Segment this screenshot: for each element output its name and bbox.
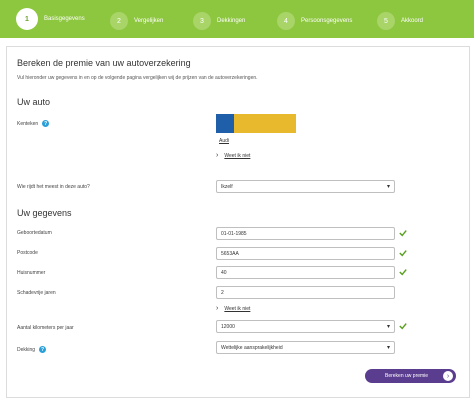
link-text: Weet ik niet [224,305,251,312]
km-label: Aantal kilometers per jaar [17,325,74,331]
check-icon [399,269,407,276]
chevron-right-icon: › [216,152,219,159]
km-select-value: 12000 [221,323,235,330]
driver-select[interactable]: Ikzelf [216,180,395,193]
step-label: Vergelijken [134,18,164,24]
step-dekkingen: 3 Dekkingen [193,10,245,32]
eu-flag-strip [216,114,234,133]
button-label: Bereken uw premie [385,373,429,379]
kenteken-label: Kenteken [17,120,39,127]
step-label: Persoonsgegevens [301,18,353,24]
step-vergelijken: 2 Vergelijken [110,10,163,32]
license-plate-input[interactable] [216,114,296,133]
weet-ik-niet-schadevrije-link[interactable]: › Weet ik niet [216,305,250,312]
birthdate-field[interactable]: 01-01-1985 [216,227,395,240]
dekking-label: Dekking [17,346,36,353]
schadevrije-field[interactable]: 2 [216,286,395,299]
intro-text: Vul hieronder uw gegevens in en op de vo… [17,75,258,81]
section-title-car: Uw auto [17,97,51,107]
schadevrije-label: Schadevrije jaren [17,290,56,296]
dekking-select-value: Wettelijke aansprakelijkheid [221,344,283,351]
dekking-select[interactable]: Wettelijke aansprakelijkheid [216,341,395,354]
arrow-right-icon: › [443,371,453,381]
step-number: 1 [16,8,38,30]
huisnummer-field[interactable]: 40 [216,266,395,279]
postcode-field[interactable]: 5653AA [216,247,395,260]
check-icon [399,230,407,237]
kenteken-label-row: Kenteken ? [17,120,50,127]
progress-steps: 1 Basisgegevens 2 Vergelijken 3 Dekkinge… [0,0,474,38]
check-icon [399,250,407,257]
km-select[interactable]: 12000 [216,320,395,333]
driver-select-value: Ikzelf [221,183,233,190]
postcode-label: Postcode [17,250,38,256]
step-basisgegevens: 1 Basisgegevens [16,8,85,30]
step-label: Akkoord [401,18,424,24]
birthdate-label: Geboortedatum [17,230,52,236]
step-number: 4 [277,12,295,30]
step-akkoord: 5 Akkoord [377,10,423,32]
huisnummer-label: Huisnummer [17,270,46,276]
section-title-personal: Uw gegevens [17,208,72,218]
step-label: Basisgegevens [44,16,85,22]
chevron-right-icon: › [216,305,219,312]
link-text: Weet ik niet [224,152,251,159]
step-label: Dekkingen [217,18,246,24]
weet-ik-niet-kenteken-link[interactable]: › Weet ik niet [216,152,250,159]
step-number: 2 [110,12,128,30]
help-icon[interactable]: ? [42,120,50,127]
driver-label: Wie rijdt het meest in deze auto? [17,184,90,190]
step-number: 5 [377,12,395,30]
page-title: Bereken de premie van uw autoverzekering [17,58,191,68]
dekking-label-row: Dekking ? [17,346,47,353]
help-icon[interactable]: ? [39,346,47,353]
step-persoonsgegevens: 4 Persoonsgegevens [277,10,352,32]
check-icon [399,323,407,330]
step-number: 3 [193,12,211,30]
bereken-premie-button[interactable]: Bereken uw premie › [365,369,456,383]
plate-field[interactable] [234,114,296,133]
car-name-link[interactable]: Audi [219,138,229,144]
